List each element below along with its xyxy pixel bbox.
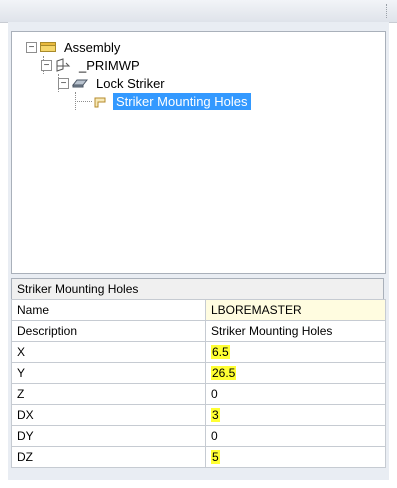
property-row-name[interactable]: Name LBOREMASTER: [11, 299, 386, 321]
workplane-icon: [55, 58, 71, 72]
tree-node-striker-mounting-holes[interactable]: Striker Mounting Holes: [92, 92, 251, 110]
tree-node-label: Lock Striker: [96, 75, 165, 91]
property-key: X: [11, 341, 206, 363]
grip-handle[interactable]: [386, 4, 389, 18]
property-row-description[interactable]: Description Striker Mounting Holes: [11, 320, 386, 342]
property-value[interactable]: 0: [205, 383, 386, 405]
property-row-z[interactable]: Z 0: [11, 383, 386, 405]
tree-node-lock-striker[interactable]: − Lock Striker: [58, 74, 168, 92]
panel-title-bar: [0, 0, 397, 23]
feature-icon: [92, 94, 108, 108]
tree-node-label: Striker Mounting Holes: [113, 92, 251, 110]
property-key: Description: [11, 320, 206, 342]
property-value[interactable]: Striker Mounting Holes: [205, 320, 386, 342]
properties-table: Name LBOREMASTER Description Striker Mou…: [11, 299, 386, 468]
property-key: DY: [11, 425, 206, 447]
property-value[interactable]: 3: [205, 404, 386, 426]
tree-node-label: _PRIMWP: [79, 57, 140, 73]
property-value[interactable]: 5: [205, 446, 386, 468]
highlighted-value: 6.5: [211, 345, 230, 359]
tree-connector: [75, 101, 92, 102]
highlighted-value: 3: [211, 408, 220, 422]
highlighted-value: 5: [211, 450, 220, 464]
property-value[interactable]: LBOREMASTER: [205, 299, 386, 321]
properties-header: Striker Mounting Holes: [11, 278, 384, 299]
property-row-dy[interactable]: DY 0: [11, 425, 386, 447]
collapse-toggle[interactable]: −: [58, 77, 69, 89]
property-key: Y: [11, 362, 206, 384]
highlighted-value: 26.5: [211, 366, 237, 380]
tree-node-label: Assembly: [64, 39, 121, 55]
properties-grid: Striker Mounting Holes Name LBOREMASTER …: [11, 278, 386, 468]
property-row-y[interactable]: Y 26.5: [11, 362, 386, 384]
assembly-tree[interactable]: − Assembly − _PRIMWP − Lock Striker Stri…: [11, 31, 386, 274]
tree-node-primwp[interactable]: − _PRIMWP: [41, 56, 143, 74]
property-row-x[interactable]: X 6.5: [11, 341, 386, 363]
property-value[interactable]: 0: [205, 425, 386, 447]
assembly-icon: [40, 40, 56, 54]
property-key: DZ: [11, 446, 206, 468]
part-icon: [72, 76, 88, 90]
property-key: Z: [11, 383, 206, 405]
collapse-toggle[interactable]: −: [41, 59, 52, 71]
property-row-dx[interactable]: DX 3: [11, 404, 386, 426]
property-key: Name: [11, 299, 206, 321]
property-row-dz[interactable]: DZ 5: [11, 446, 386, 468]
property-value[interactable]: 26.5: [205, 362, 386, 384]
property-value[interactable]: 6.5: [205, 341, 386, 363]
collapse-toggle[interactable]: −: [26, 41, 37, 53]
property-key: DX: [11, 404, 206, 426]
tree-node-assembly[interactable]: − Assembly: [26, 38, 123, 56]
